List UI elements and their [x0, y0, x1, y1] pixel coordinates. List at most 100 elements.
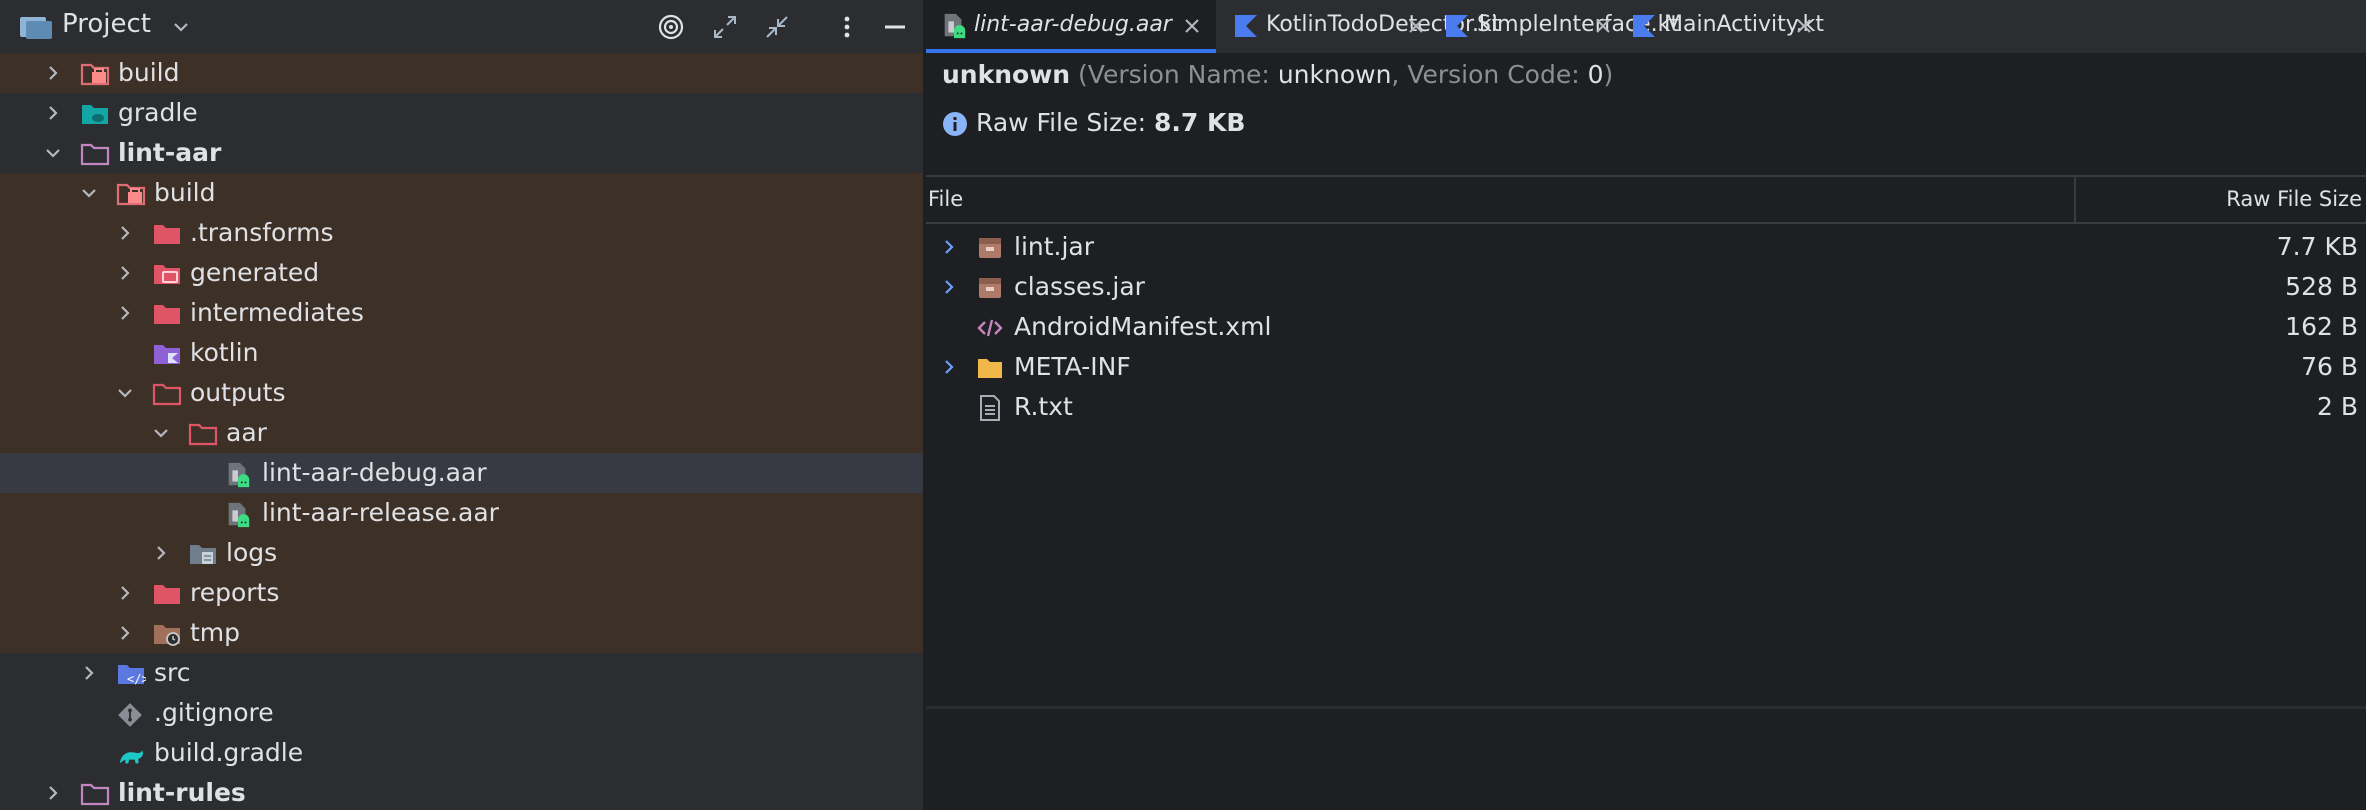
project-folder-icon [20, 17, 52, 39]
chevron-down-icon[interactable] [80, 184, 98, 202]
excluded-folder-icon [152, 581, 182, 607]
close-icon[interactable] [1593, 16, 1613, 36]
gradle-file-icon [116, 741, 146, 767]
chevron-right-icon[interactable] [116, 624, 134, 642]
tree-item-label: outputs [190, 378, 286, 407]
tree-item-label: build [154, 178, 216, 207]
aar-file-icon [224, 461, 254, 488]
column-header-raw-size[interactable]: Raw File Size [2226, 187, 2362, 211]
file-size: 2 B [2316, 392, 2358, 421]
tree-item-intermediates[interactable]: intermediates [0, 293, 923, 333]
src-folder-icon: </> [116, 661, 149, 687]
excluded-folder-icon [152, 221, 182, 247]
chevron-right-icon[interactable] [116, 304, 134, 322]
chevron-right-icon[interactable] [116, 584, 134, 602]
tab-SimpleInterface-kt[interactable]: SimpleInterface.kt [1429, 0, 1679, 53]
more-options-icon[interactable] [832, 12, 862, 42]
tree-item-label: src [154, 658, 191, 687]
file-row[interactable]: lint.jar 7.7 KB [926, 227, 2366, 267]
file-size: 528 B [2285, 272, 2358, 301]
file-row[interactable]: classes.jar 528 B [926, 267, 2366, 307]
chevron-right-icon[interactable] [940, 358, 958, 376]
tree-item-reports[interactable]: reports [0, 573, 923, 613]
project-view-title[interactable]: Project [62, 9, 151, 39]
chevron-right-icon[interactable] [80, 664, 98, 682]
column-separator[interactable] [2074, 177, 2076, 222]
kotlin-file-icon [1232, 12, 1260, 40]
chevron-right-icon[interactable] [152, 544, 170, 562]
close-icon[interactable] [1182, 16, 1202, 36]
tab-MainActivity-kt[interactable]: MainActivity.kt [1616, 0, 1824, 53]
gradle-folder-icon [80, 101, 110, 127]
jar-icon [976, 274, 1004, 302]
tab-label: lint-aar-debug.aar [974, 12, 1172, 37]
outline-folder-icon [152, 381, 182, 407]
tree-item-src[interactable]: </> src [0, 653, 923, 693]
info-icon [943, 112, 967, 136]
tree-item-lint-aar[interactable]: lint-aar [0, 133, 923, 173]
chevron-right-icon[interactable] [44, 784, 62, 802]
expand-all-icon[interactable] [710, 12, 740, 42]
file-row[interactable]: AndroidManifest.xml 162 B [926, 307, 2366, 347]
chevron-right-icon[interactable] [940, 278, 958, 296]
build-folder-icon [80, 61, 110, 87]
tree-item-gitignore[interactable]: .gitignore [0, 693, 923, 733]
tree-item-label: .transforms [190, 218, 334, 247]
tree-item-transforms[interactable]: .transforms [0, 213, 923, 253]
tree-item-logs[interactable]: logs [0, 533, 923, 573]
tree-item-build[interactable]: build [0, 53, 923, 93]
file-row[interactable]: META-INF 76 B [926, 347, 2366, 387]
column-header-file[interactable]: File [928, 187, 963, 211]
tree-item-label: kotlin [190, 338, 259, 367]
aar-file-icon [224, 501, 254, 528]
chevron-down-icon[interactable] [116, 384, 134, 402]
close-icon[interactable] [1406, 16, 1426, 36]
outline-folder-icon [188, 421, 218, 447]
tab-KotlinTodoDetector-kt[interactable]: KotlinTodoDetector.kt [1218, 0, 1500, 53]
tree-item-label: lint-aar [118, 138, 222, 167]
chevron-right-icon[interactable] [116, 264, 134, 282]
version-code-label: , Version Code: [1391, 60, 1588, 89]
bottom-panel-divider[interactable] [926, 706, 2366, 709]
chevron-right-icon[interactable] [940, 238, 958, 256]
close-icon[interactable] [1794, 16, 1814, 36]
file-size: 76 B [2301, 352, 2358, 381]
module-folder-icon [80, 141, 110, 167]
file-size: 7.7 KB [2276, 232, 2358, 261]
file-row[interactable]: R.txt 2 B [926, 387, 2366, 427]
tree-item-outputs[interactable]: outputs [0, 373, 923, 413]
chevron-down-icon[interactable] [172, 18, 190, 36]
collapse-all-icon[interactable] [762, 12, 792, 42]
chevron-right-icon[interactable] [44, 64, 62, 82]
active-tab-indicator [926, 49, 1216, 53]
tab-lint-aar-debug-aar[interactable]: lint-aar-debug.aar [926, 0, 1216, 53]
tree-item-aar[interactable]: aar [0, 413, 923, 453]
tmp-folder-icon [152, 621, 182, 647]
version-name-label: (Version Name: [1078, 60, 1278, 89]
tree-item-label: aar [226, 418, 267, 447]
tree-item-label: reports [190, 578, 280, 607]
editor-tabs: lint-aar-debug.aar KotlinTodoDetector.kt S… [926, 0, 2366, 54]
tree-item-generated[interactable]: generated [0, 253, 923, 293]
tree-item-lint-aar-debug-aar[interactable]: lint-aar-debug.aar [0, 453, 923, 493]
chevron-right-icon[interactable] [116, 224, 134, 242]
chevron-down-icon[interactable] [152, 424, 170, 442]
tree-item-lint-rules[interactable]: lint-rules [0, 773, 923, 810]
locate-file-icon[interactable] [656, 12, 686, 42]
tree-item-build[interactable]: build [0, 173, 923, 213]
tree-item-kotlin[interactable]: kotlin [0, 333, 923, 373]
tree-item-label: lint-rules [118, 778, 246, 807]
gitignore-icon [116, 701, 146, 727]
tree-item-label: build [118, 58, 180, 87]
application-id: unknown [942, 60, 1071, 89]
tree-item-build-gradle[interactable]: build.gradle [0, 733, 923, 773]
tree-item-lint-aar-release-aar[interactable]: lint-aar-release.aar [0, 493, 923, 533]
tree-item-label: tmp [190, 618, 241, 647]
tree-item-gradle[interactable]: gradle [0, 93, 923, 133]
logs-folder-icon [188, 541, 218, 567]
chevron-right-icon[interactable] [44, 104, 62, 122]
hide-panel-icon[interactable] [880, 12, 910, 42]
chevron-down-icon[interactable] [44, 144, 62, 162]
table-header: File Raw File Size [926, 177, 2366, 224]
tree-item-tmp[interactable]: tmp [0, 613, 923, 653]
